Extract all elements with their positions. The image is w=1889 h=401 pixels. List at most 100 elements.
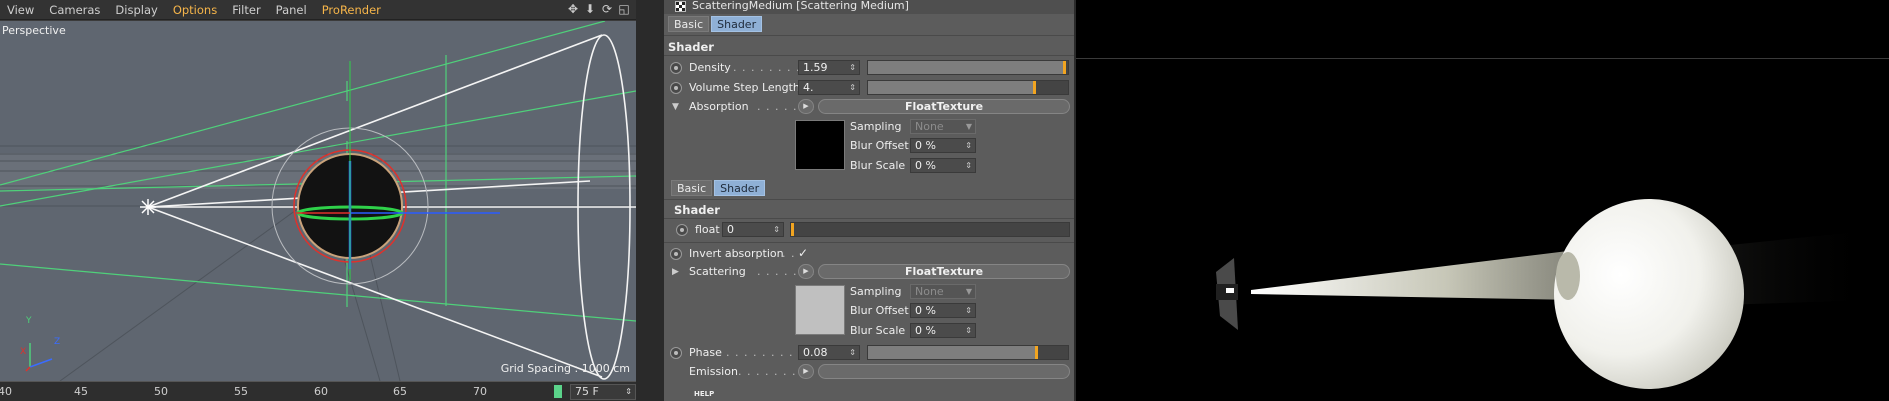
absorption-texture-arrow-icon[interactable]: ▶ xyxy=(798,99,814,114)
menu-panel[interactable]: Panel xyxy=(269,0,315,20)
float-field[interactable]: 0 ⇕ xyxy=(722,222,784,237)
timeline-tick: 55 xyxy=(234,385,248,398)
invert-absorption-animate-radio[interactable] xyxy=(670,248,682,260)
scattering-texture-preview[interactable] xyxy=(795,285,845,335)
menu-cameras[interactable]: Cameras xyxy=(42,0,108,20)
invert-absorption-label: Invert absorption xyxy=(689,247,784,260)
emission-label: Emission xyxy=(689,365,738,378)
scattering-texture-arrow-icon[interactable]: ▶ xyxy=(798,264,814,279)
absorption-blur-offset-field[interactable]: 0 % ⇕ xyxy=(910,138,976,153)
divider xyxy=(664,199,1076,200)
divider xyxy=(664,242,1076,243)
density-slider[interactable] xyxy=(867,60,1069,75)
absorption-label: Absorption xyxy=(689,100,749,113)
scattering-row: ▶ Scattering . . . . . . . ▶ FloatTextur… xyxy=(670,264,1070,280)
menu-options[interactable]: Options xyxy=(166,0,225,20)
render-image xyxy=(1216,199,1876,389)
volume-step-animate-radio[interactable] xyxy=(670,82,682,94)
volume-step-slider[interactable] xyxy=(867,80,1069,95)
collapse-triangle-icon[interactable]: ▼ xyxy=(672,102,679,112)
float-row: float 0 ⇕ xyxy=(676,222,1076,238)
absorption-texture-preview[interactable] xyxy=(795,120,845,170)
attributes-header: ScatteringMedium [Scattering Medium] xyxy=(664,0,1076,14)
viewport-menubar: View Cameras Display Options Filter Pane… xyxy=(0,0,636,20)
scattering-label: Scattering xyxy=(689,265,746,278)
inner-tab-basic[interactable]: Basic xyxy=(671,180,713,196)
scattering-blur-scale-field[interactable]: 0 % ⇕ xyxy=(910,323,976,338)
absorption-blur-scale-field[interactable]: 0 % ⇕ xyxy=(910,158,976,173)
invert-absorption-row: Invert absorption . . ✓ xyxy=(670,246,1070,262)
density-field[interactable]: 1.59 ⇕ xyxy=(798,60,860,75)
viewport-panel[interactable]: View Cameras Display Options Filter Pane… xyxy=(0,0,636,401)
current-frame-field[interactable]: 75 F ⇕ xyxy=(570,384,636,400)
menu-filter[interactable]: Filter xyxy=(225,0,268,20)
panel-gutter xyxy=(636,0,664,401)
help-button[interactable]: HELP xyxy=(694,390,714,398)
top-tabs: Basic Shader xyxy=(668,16,763,32)
leader-dots: . . xyxy=(782,247,796,260)
expand-triangle-icon[interactable]: ▶ xyxy=(672,267,679,277)
move-view-icon[interactable]: ✥ xyxy=(567,2,579,16)
maximize-view-icon[interactable]: ◱ xyxy=(618,2,630,16)
timeline-tick: 60 xyxy=(314,385,328,398)
absorption-texture-button[interactable]: FloatTexture xyxy=(818,99,1070,114)
tab-basic[interactable]: Basic xyxy=(668,16,710,32)
phase-field[interactable]: 0.08 ⇕ xyxy=(798,345,860,360)
viewport-nav-icons: ✥ ⬇ ⟳ ◱ xyxy=(567,2,630,16)
absorption-row: ▼ Absorption . . . . . . . ▶ FloatTextur… xyxy=(670,99,1070,115)
menu-view[interactable]: View xyxy=(0,0,42,20)
timeline-tick: 70 xyxy=(473,385,487,398)
sphere-entry-spot xyxy=(1556,252,1580,300)
rotate-view-icon[interactable]: ⟳ xyxy=(601,2,613,16)
zoom-view-icon[interactable]: ⬇ xyxy=(584,2,596,16)
render-view[interactable] xyxy=(1076,0,1889,401)
timeline-tick: 45 xyxy=(74,385,88,398)
viewport-camera-label: Perspective xyxy=(2,24,66,37)
menu-prorender[interactable]: ProRender xyxy=(315,0,389,20)
phase-row: Phase . . . . . . . . . . 0.08 ⇕ xyxy=(670,345,1070,361)
phase-animate-radio[interactable] xyxy=(670,347,682,359)
timeline-bar[interactable]: 40 45 50 55 60 65 70 75 F ⇕ xyxy=(0,381,636,401)
light-star-icon[interactable] xyxy=(140,199,156,215)
timeline-playhead[interactable] xyxy=(554,385,562,398)
timeline-tick: 40 xyxy=(0,385,12,398)
invert-absorption-checkbox[interactable]: ✓ xyxy=(798,246,808,260)
axis-label-y: Y xyxy=(26,316,32,326)
volume-step-row: Volume Step Length 4. ⇕ xyxy=(670,80,1070,96)
absorption-blur-scale-label: Blur Scale xyxy=(850,159,906,172)
spotlight-object-render xyxy=(1216,258,1238,330)
scattering-sampling-dropdown[interactable]: None ▼ xyxy=(910,284,976,299)
volume-step-field[interactable]: 4. ⇕ xyxy=(798,80,860,95)
density-animate-radio[interactable] xyxy=(670,62,682,74)
scattering-blur-offset-label: Blur Offset xyxy=(850,304,909,317)
float-animate-radio[interactable] xyxy=(676,224,688,236)
attributes-panel: ScatteringMedium [Scattering Medium] Bas… xyxy=(664,0,1076,401)
scattering-blur-scale-label: Blur Scale xyxy=(850,324,906,337)
render-region-line xyxy=(1076,58,1889,59)
phase-slider[interactable] xyxy=(867,345,1069,360)
timeline-tick: 50 xyxy=(154,385,168,398)
tab-shader[interactable]: Shader xyxy=(711,16,763,32)
inner-tab-shader[interactable]: Shader xyxy=(714,180,766,196)
scene-drawing xyxy=(0,21,636,381)
inner-tabs: Basic Shader xyxy=(671,180,766,196)
absorption-sampling-dropdown[interactable]: None ▼ xyxy=(910,119,976,134)
divider xyxy=(664,218,1076,219)
divider xyxy=(664,35,1076,36)
emission-texture-button[interactable] xyxy=(818,364,1070,379)
scattering-blur-offset-field[interactable]: 0 % ⇕ xyxy=(910,303,976,318)
object-title: ScatteringMedium [Scattering Medium] xyxy=(692,0,909,12)
axis-label-x: X xyxy=(20,347,27,357)
scattering-texture-button[interactable]: FloatTexture xyxy=(818,264,1070,279)
axis-label-z: Z xyxy=(54,337,61,347)
float-slider[interactable] xyxy=(790,222,1070,237)
emission-row: Emission . . . . . . . . ▶ xyxy=(670,364,1070,380)
menu-display[interactable]: Display xyxy=(108,0,165,20)
inner-section-title: Shader xyxy=(674,203,720,217)
divider xyxy=(664,55,1076,56)
viewport-canvas[interactable]: Perspective Y Z X Grid Spacing : 1000 cm xyxy=(0,21,636,381)
phase-label: Phase xyxy=(689,346,722,359)
emission-texture-arrow-icon[interactable]: ▶ xyxy=(798,364,814,379)
density-row: Density . . . . . . . . . 1.59 ⇕ xyxy=(670,60,1070,76)
rendered-sphere xyxy=(1554,199,1744,389)
